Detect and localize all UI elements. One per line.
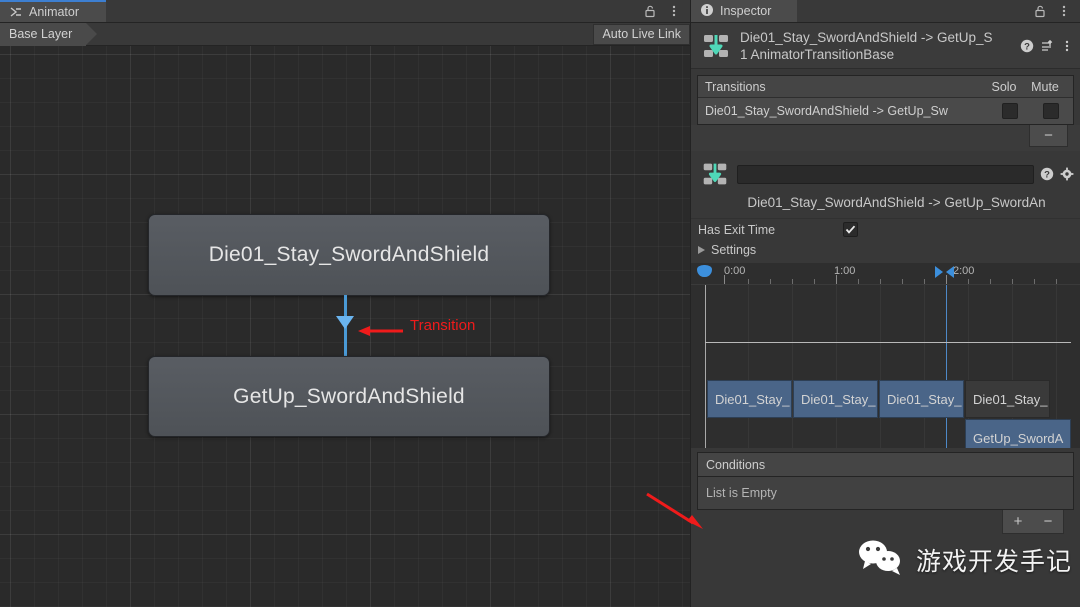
transition-row-name: Die01_Stay_SwordAndShield -> GetUp_Sw	[705, 104, 948, 118]
conditions-header: Conditions	[697, 452, 1074, 476]
transition-start-marker[interactable]	[935, 266, 943, 278]
timeline-clip[interactable]: GetUp_SwordA	[965, 419, 1071, 448]
timeline-clip[interactable]: Die01_Stay_	[707, 380, 792, 418]
animator-tabbar: Animator	[0, 0, 690, 23]
conditions-empty-text: List is Empty	[706, 486, 777, 500]
info-icon	[700, 3, 714, 20]
inspector-toolbar	[1033, 0, 1080, 22]
solo-column-label: Solo	[991, 79, 1017, 94]
transitions-label: Transitions	[705, 79, 766, 94]
conditions-add-remove-buttons[interactable]: + −	[1002, 510, 1064, 534]
timeline-clip-label: Die01_Stay_	[887, 391, 962, 407]
timeline-clip-label: GetUp_SwordA	[973, 430, 1064, 446]
has-exit-time-label: Has Exit Time	[698, 222, 776, 237]
help-icon[interactable]: ?	[1040, 167, 1054, 181]
transition-blend-curve	[705, 342, 1071, 343]
conditions-list[interactable]: List is Empty	[697, 476, 1074, 510]
tab-animator[interactable]: Animator	[0, 0, 106, 22]
lock-icon[interactable]	[1033, 4, 1047, 18]
mute-checkbox-cell	[1029, 103, 1073, 119]
kebab-menu-icon[interactable]	[667, 4, 681, 18]
inspector-header-icons: ?	[1020, 39, 1074, 53]
annotation-arrow-transition	[358, 326, 403, 336]
gear-icon[interactable]	[1060, 167, 1074, 181]
inspector-body: Transitions Solo Mute Die01_Stay_SwordAn…	[691, 75, 1080, 540]
chevron-right-icon	[698, 246, 705, 254]
animator-layer-bar: Base Layer Auto Live Link	[0, 22, 690, 46]
timeline-clip[interactable]: Die01_Stay_	[793, 380, 878, 418]
inspector-header: Die01_Stay_SwordAndShield -> GetUp_S 1 A…	[691, 23, 1080, 69]
state-node-die01[interactable]: Die01_Stay_SwordAndShield	[148, 214, 550, 296]
settings-foldout[interactable]: Settings	[691, 240, 1080, 260]
add-condition-button[interactable]: +	[1014, 513, 1023, 530]
conditions-footer: + −	[697, 510, 1074, 540]
inspector-tabbar: Inspector	[691, 0, 1080, 23]
svg-text:?: ?	[1024, 41, 1030, 52]
inspector-title: Die01_Stay_SwordAndShield -> GetUp_S	[740, 29, 993, 45]
auto-live-link-button[interactable]: Auto Live Link	[593, 23, 690, 45]
transitions-list-header: Transitions Solo Mute	[698, 76, 1073, 98]
lock-icon[interactable]	[643, 4, 657, 18]
unity-editor-window: Animator Base Layer Auto Live Link Die01…	[0, 0, 1080, 607]
settings-foldout-label: Settings	[711, 243, 757, 257]
mute-column-label: Mute	[1031, 79, 1059, 94]
transition-name-input[interactable]	[737, 164, 1034, 184]
state-node-label: Die01_Stay_SwordAndShield	[208, 243, 490, 266]
timeline-clip[interactable]: Die01_Stay_	[965, 380, 1050, 418]
transition-arrow-icon[interactable]	[336, 316, 354, 329]
tab-animator-label: Animator	[29, 5, 80, 19]
playhead-handle[interactable]	[697, 265, 712, 277]
inspector-subtitle: 1 AnimatorTransitionBase	[740, 46, 895, 62]
auto-live-link-label: Auto Live Link	[602, 27, 681, 41]
has-exit-time-row: Has Exit Time	[691, 218, 1080, 240]
solo-checkbox[interactable]	[1002, 103, 1018, 119]
transition-list-row[interactable]: Die01_Stay_SwordAndShield -> GetUp_Sw	[698, 98, 1073, 124]
preset-icon[interactable]	[1040, 39, 1054, 53]
timeline-clip-label: Die01_Stay_	[801, 391, 876, 407]
ruler-label-2: 2:00	[953, 265, 975, 277]
remove-transition-button[interactable]: −	[1029, 125, 1068, 147]
kebab-menu-icon[interactable]	[1060, 39, 1074, 53]
annotation-label-transition: Transition	[410, 317, 476, 334]
timeline-body[interactable]: Die01_Stay_ Die01_Stay_ Die01_Stay_ Die0…	[691, 285, 1080, 448]
animator-transition-icon	[699, 29, 733, 63]
ruler-label-1: 1:00	[834, 265, 856, 277]
annotation-arrow-conditions	[646, 492, 703, 529]
breadcrumb-base-layer[interactable]: Base Layer	[0, 22, 98, 46]
animator-icon	[9, 5, 23, 19]
animator-panel: Animator Base Layer Auto Live Link Die01…	[0, 0, 690, 607]
svg-text:?: ?	[1044, 170, 1050, 181]
transitions-list-footer: −	[691, 125, 1080, 151]
playhead-line	[705, 285, 706, 448]
tab-inspector-label: Inspector	[720, 4, 772, 18]
has-exit-time-checkbox[interactable]	[843, 222, 858, 237]
animator-graph-canvas[interactable]: Die01_Stay_SwordAndShield GetUp_SwordAnd…	[0, 46, 690, 607]
transition-marker-line	[946, 285, 947, 448]
remove-condition-button[interactable]: −	[1044, 513, 1053, 530]
state-node-label: GetUp_SwordAndShield	[233, 384, 465, 408]
transition-timeline[interactable]: 0:00 1:00 2:00 Die01_Stay_ Die01_Stay_ D…	[691, 263, 1080, 448]
transition-detail-name-row: ?	[691, 151, 1080, 190]
timeline-clip-label: Die01_Stay_	[715, 391, 790, 407]
tab-inspector[interactable]: Inspector	[691, 0, 797, 22]
animator-transition-icon	[699, 158, 731, 190]
transition-detail-subname: Die01_Stay_SwordAndShield -> GetUp_Sword…	[747, 195, 1046, 210]
breadcrumb-label: Base Layer	[9, 27, 73, 41]
transition-end-marker[interactable]	[946, 266, 954, 278]
transitions-list-box: Transitions Solo Mute Die01_Stay_SwordAn…	[697, 75, 1074, 125]
ruler-label-0: 0:00	[724, 265, 746, 277]
inspector-header-text: Die01_Stay_SwordAndShield -> GetUp_S 1 A…	[740, 29, 1017, 63]
animator-toolbar	[643, 0, 690, 22]
kebab-menu-icon[interactable]	[1057, 4, 1071, 18]
help-icon[interactable]: ?	[1020, 39, 1034, 53]
timeline-clip-label: Die01_Stay_	[973, 391, 1048, 407]
state-node-getup[interactable]: GetUp_SwordAndShield	[148, 356, 550, 437]
timeline-clip[interactable]: Die01_Stay_	[879, 380, 964, 418]
conditions-title: Conditions	[706, 457, 766, 472]
solo-checkbox-cell	[991, 103, 1029, 119]
timeline-ruler[interactable]: 0:00 1:00 2:00	[691, 263, 1080, 285]
conditions-section: Conditions List is Empty + −	[697, 452, 1074, 540]
inspector-panel: Inspector Die01_Stay_SwordAndShield -> G…	[690, 0, 1080, 607]
mute-checkbox[interactable]	[1043, 103, 1059, 119]
